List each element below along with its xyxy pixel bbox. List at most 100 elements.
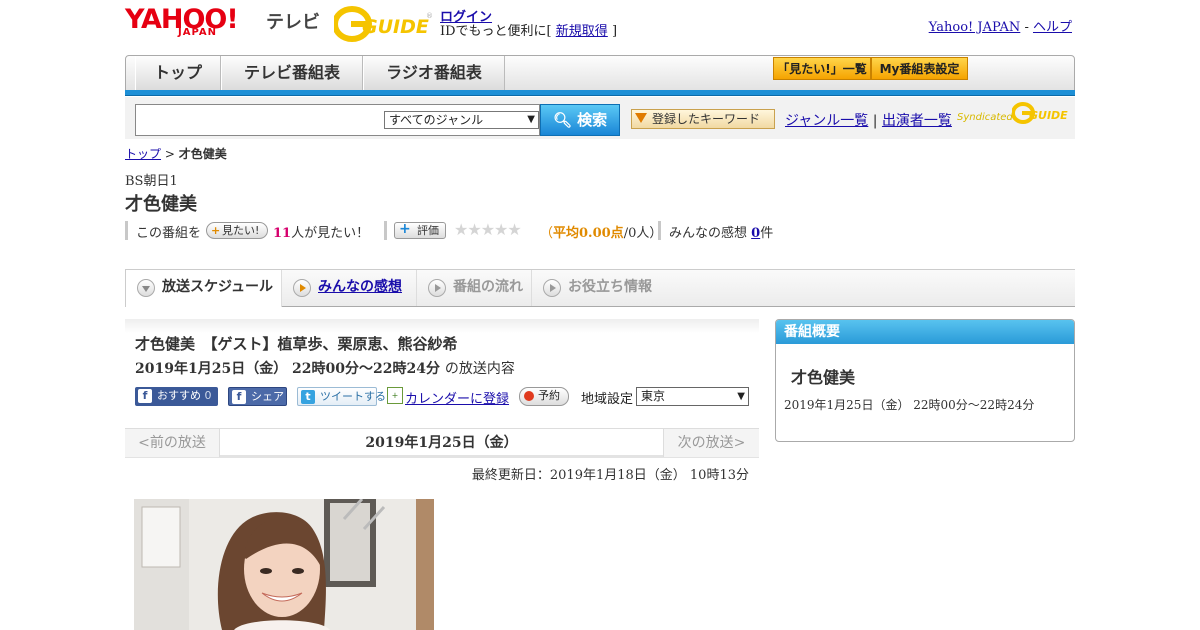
want-suffix: 人が見たい！ — [291, 226, 370, 241]
tab-schedule[interactable]: 放送スケジュール — [125, 270, 282, 307]
next-broadcast-link[interactable]: 次の放送> — [663, 429, 759, 457]
genre-list-link[interactable]: ジャンル一覧 — [785, 113, 868, 129]
saved-keyword-button[interactable]: 登録したキーワード — [631, 109, 775, 129]
reserve-button[interactable]: 予約 — [519, 387, 569, 406]
broadcast-date: 2019年1月25日（金） — [365, 435, 518, 451]
record-dot-icon — [524, 391, 534, 401]
facebook-recommend-button[interactable]: f おすすめ 0 — [135, 387, 218, 406]
triangle-down-icon — [635, 113, 647, 123]
nav-accent-stripe — [125, 90, 1075, 96]
divider — [658, 221, 661, 240]
search-button[interactable]: 🔍︎ 検索 — [540, 104, 620, 136]
my-schedule-button[interactable]: My番組表設定 — [871, 57, 968, 80]
tweet-label: ツイートする — [320, 390, 386, 403]
plus-icon: + — [211, 224, 221, 237]
svg-text:®: ® — [426, 12, 433, 20]
tweet-button[interactable]: t ツイートする — [297, 387, 386, 406]
rate-button[interactable]: + 評価 — [394, 222, 446, 239]
region-select[interactable]: 東京 ▼ — [636, 387, 749, 406]
reserve-label: 予約 — [538, 389, 560, 402]
svg-text:GUIDE: GUIDE — [362, 16, 429, 38]
program-summary-box: 番組概要 才色健美 2019年1月25日（金） 22時00分～22時24分 — [775, 319, 1075, 442]
calendar-icon: + — [387, 387, 403, 404]
region-select-value: 東京 — [641, 389, 666, 403]
prev-broadcast-link[interactable]: <前の放送 — [125, 429, 220, 457]
dropdown-arrow-icon: ▼ — [527, 114, 535, 125]
avg-score: 平均0.00点 — [553, 226, 624, 241]
program-photo — [134, 499, 434, 630]
help-link[interactable]: ヘルプ — [1033, 20, 1072, 35]
yahoo-japan-logo-text: JAPAN — [178, 27, 217, 38]
divider — [125, 221, 128, 240]
gguide-small-logo: GUIDE — [1011, 102, 1068, 124]
episode-date-value: 2019年1月25日（金） 22時00分～22時24分 — [135, 361, 440, 377]
breadcrumb: トップ > 才色健美 — [125, 145, 227, 162]
dropdown-arrow-icon: ▼ — [737, 391, 745, 402]
genre-select-value: すべてのジャンル — [389, 113, 484, 127]
program-summary-title: 才色健美 — [791, 368, 856, 387]
breadcrumb-home[interactable]: トップ — [125, 147, 161, 161]
performer-list-link[interactable]: 出演者一覧 — [882, 113, 952, 129]
share-label: シェア — [251, 390, 284, 403]
avg-count: /0人） — [623, 226, 663, 241]
nav-tab-radio-schedule[interactable]: ラジオ番組表 — [363, 56, 505, 90]
rate-button-label: 評価 — [417, 224, 439, 237]
program-summary-date: 2019年1月25日（金） 22時00分～22時24分 — [784, 398, 1035, 412]
link-separator: | — [872, 113, 878, 129]
episode-date: 2019年1月25日（金） 22時00分～22時24分 の放送内容 — [135, 358, 515, 378]
content-tabs: 放送スケジュール みんなの感想 番組の流れ お役立ち情報 — [125, 269, 1075, 307]
tab-useful-info[interactable]: お役立ち情報 — [532, 270, 667, 306]
avg-open-paren: （ — [540, 226, 554, 241]
svg-text:GUIDE: GUIDE — [1029, 109, 1068, 122]
chevron-down-icon — [137, 279, 155, 297]
yahoo-japan-link[interactable]: Yahoo! JAPAN — [929, 20, 1021, 35]
facebook-share-button[interactable]: f シェア — [228, 387, 287, 406]
tab-impressions[interactable]: みんなの感想 — [282, 270, 417, 306]
tab-program-flow[interactable]: 番組の流れ — [417, 270, 532, 306]
impressions-text: みんなの感想 0件 — [669, 222, 773, 241]
rating-stars-icon[interactable]: ★★★★★ — [454, 220, 522, 239]
facebook-icon: f — [232, 390, 246, 404]
broadcast-nav: <前の放送 2019年1月25日（金） 次の放送> — [125, 428, 759, 458]
play-icon — [428, 279, 446, 297]
nav-tab-top[interactable]: トップ — [135, 56, 221, 90]
want-button-label: 見たい! — [222, 224, 260, 237]
region-label: 地域設定 — [581, 392, 634, 407]
recommend-label: おすすめ — [157, 389, 201, 402]
header-separator: - — [1024, 20, 1029, 35]
search-button-label: 検索 — [577, 111, 608, 129]
play-icon — [293, 279, 311, 297]
gguide-logo[interactable]: GUIDE ® — [332, 6, 434, 42]
program-summary-heading: 番組概要 — [776, 320, 1074, 344]
tab-impressions-label: みんなの感想 — [318, 279, 402, 295]
nav-tab-tv-schedule[interactable]: テレビ番組表 — [221, 56, 363, 90]
recommend-count: 0 — [204, 389, 212, 402]
tab-program-flow-label: 番組の流れ — [453, 279, 523, 295]
want-list-button[interactable]: 「見たい!」一覧 — [773, 57, 871, 80]
plus-icon: + — [399, 221, 411, 237]
want-count-text: 11人が見たい！ — [273, 222, 369, 241]
register-link[interactable]: 新規取得 — [556, 24, 608, 39]
play-icon — [543, 279, 561, 297]
twitter-bird-icon: t — [301, 390, 315, 404]
channel-name: BS朝日1 — [125, 174, 178, 189]
ratings-row: この番組を + 見たい! 11人が見たい！ + 評価 ★★★★★ （平均0.00… — [125, 220, 825, 241]
impressions-suffix: 件 — [760, 226, 774, 241]
main-nav: トップ テレビ番組表 ラジオ番組表 「見たい!」一覧 My番組表設定 — [125, 55, 1075, 91]
want-button[interactable]: + 見たい! — [206, 222, 268, 239]
saved-keyword-label: 登録したキーワード — [652, 112, 761, 126]
impressions-count-link[interactable]: 0 — [751, 226, 760, 241]
tab-useful-info-label: お役立ち情報 — [568, 279, 652, 295]
divider — [384, 221, 387, 240]
syndicated-label: Syndicated — [957, 112, 1013, 123]
breadcrumb-separator: > — [164, 147, 175, 161]
login-note-suffix: ] — [611, 24, 618, 39]
search-links: ジャンル一覧 | 出演者一覧 — [785, 110, 952, 130]
login-note: IDでもっと便利に[ 新規取得 ] — [440, 20, 617, 39]
last-updated: 最終更新日：2019年1月18日（金） 10時13分 — [471, 468, 749, 483]
calendar-register-link[interactable]: カレンダーに登録 — [405, 388, 509, 407]
search-icon: 🔍︎ — [552, 111, 572, 129]
facebook-icon: f — [138, 389, 152, 403]
breadcrumb-current: 才色健美 — [178, 147, 227, 161]
genre-select[interactable]: すべてのジャンル ▼ — [384, 111, 539, 129]
